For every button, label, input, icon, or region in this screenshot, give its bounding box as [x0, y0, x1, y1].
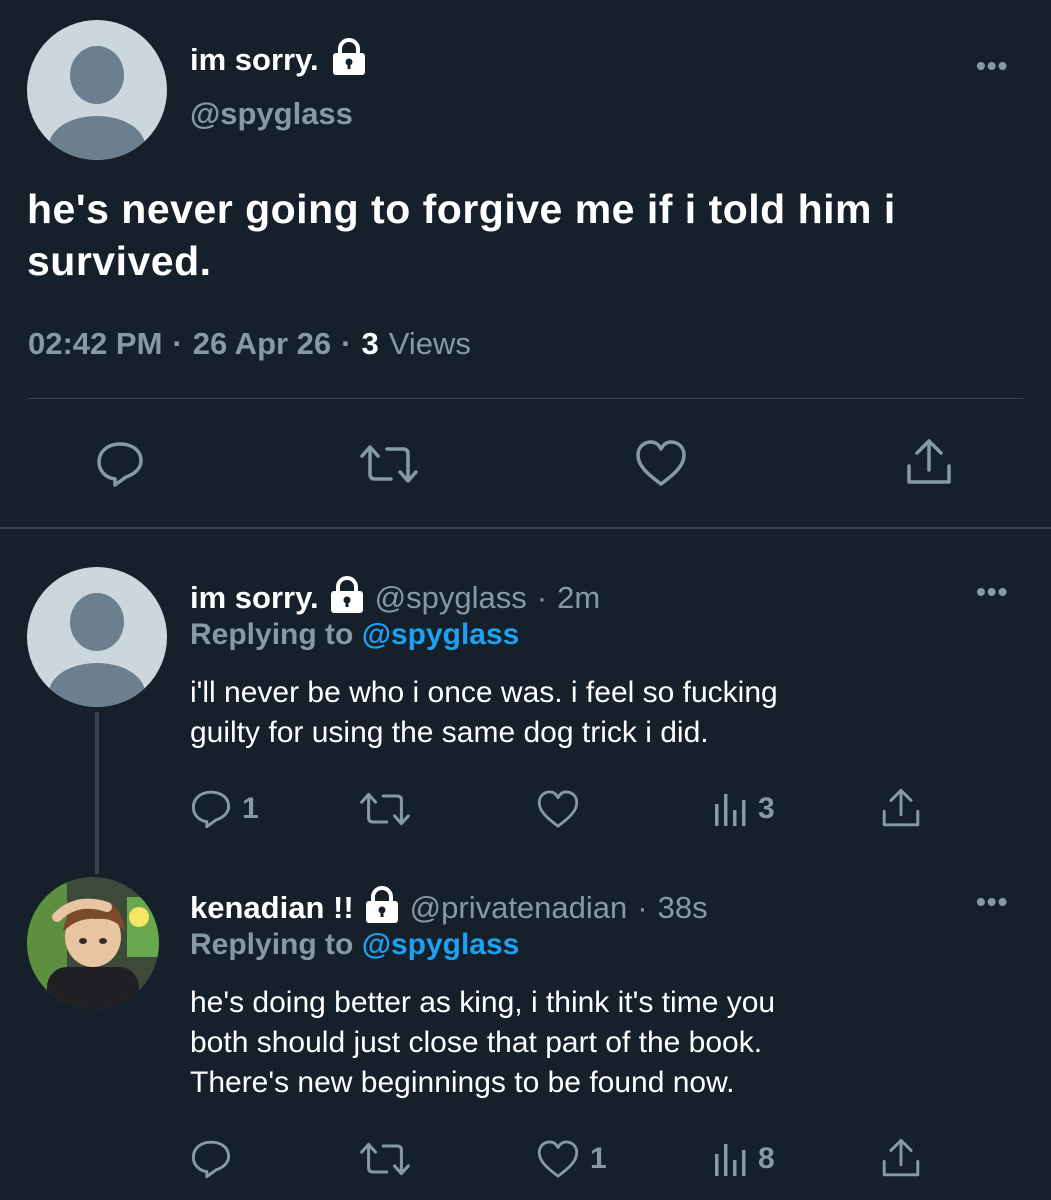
- reply-text-line: i'll never be who i once was. i feel so …: [190, 676, 778, 709]
- handle[interactable]: @spyglass: [190, 96, 353, 132]
- view-count: 3: [758, 792, 775, 825]
- tweet-meta: 02:42 PM · 26 Apr 26 · 3 Views: [28, 326, 471, 362]
- replying-prefix: Replying to: [190, 928, 354, 961]
- reply-text: i'll never be who i once was. i feel so …: [190, 673, 778, 753]
- meta-separator: ·: [536, 579, 548, 615]
- retweet-icon: [360, 445, 418, 483]
- retweet-icon: [360, 1142, 410, 1176]
- handle[interactable]: @privatenadian: [410, 890, 628, 926]
- meta-separator: ·: [637, 889, 648, 925]
- reply-button[interactable]: [190, 1138, 242, 1180]
- display-name[interactable]: im sorry.: [190, 580, 319, 616]
- divider: [28, 398, 1023, 399]
- replying-prefix: Replying to: [190, 618, 354, 651]
- reply-text-line: both should just close that part of the …: [190, 1026, 763, 1059]
- speech-bubble-icon: [191, 790, 231, 829]
- display-name[interactable]: kenadian !!: [190, 890, 354, 926]
- heart-icon: [537, 790, 579, 828]
- more-icon[interactable]: •••: [976, 576, 1008, 608]
- tweet-date[interactable]: 26 Apr 26: [193, 326, 331, 362]
- share-button[interactable]: [880, 786, 922, 830]
- tweet-time[interactable]: 02:42 PM: [28, 326, 162, 362]
- lock-icon: [329, 576, 365, 619]
- more-icon[interactable]: •••: [976, 50, 1008, 82]
- tweet-text: he's never going to forgive me if i told…: [27, 186, 896, 284]
- heart-icon: [537, 1140, 579, 1178]
- reply-button[interactable]: 1: [190, 788, 259, 830]
- bar-chart-icon: [715, 794, 746, 826]
- replying-to: Replying to @spyglass: [190, 618, 519, 652]
- avatar[interactable]: [27, 20, 167, 160]
- meta-separator: ·: [172, 326, 183, 361]
- reply-text-line: he's doing better as king, i think it's …: [190, 986, 776, 1019]
- heart-icon: [636, 440, 686, 486]
- speech-bubble-icon: [191, 1140, 231, 1179]
- views-label[interactable]: Views: [389, 326, 471, 362]
- views-count[interactable]: 3: [362, 326, 379, 362]
- retweet-button[interactable]: [358, 442, 420, 486]
- reply-text-line: guilty for using the same dog trick i di…: [190, 716, 709, 749]
- meta-separator: ·: [341, 326, 352, 361]
- like-button[interactable]: 1: [536, 1138, 607, 1180]
- lock-icon: [364, 886, 400, 929]
- replying-to-link[interactable]: @spyglass: [362, 618, 520, 651]
- avatar[interactable]: [27, 877, 159, 1009]
- reply-text-line: There's new beginnings to be found now.: [190, 1066, 735, 1099]
- bar-chart-icon: [715, 1144, 746, 1176]
- handle[interactable]: @spyglass: [375, 580, 527, 616]
- view-count: 8: [758, 1142, 775, 1175]
- timestamp[interactable]: 38s: [658, 890, 708, 926]
- reply-count: 1: [242, 792, 259, 825]
- views-button[interactable]: 3: [712, 790, 775, 828]
- like-count: 1: [590, 1142, 607, 1175]
- share-icon: [907, 439, 951, 484]
- share-icon: [882, 788, 920, 827]
- retweet-icon: [360, 792, 410, 826]
- main-display-name-row: im sorry.: [190, 38, 367, 81]
- more-icon[interactable]: •••: [976, 886, 1008, 918]
- reply-text: he's doing better as king, i think it's …: [190, 983, 775, 1103]
- share-button[interactable]: [880, 1136, 922, 1180]
- retweet-button[interactable]: [358, 790, 422, 828]
- replying-to-link[interactable]: @spyglass: [362, 928, 520, 961]
- share-button[interactable]: [904, 436, 954, 488]
- retweet-button[interactable]: [358, 1140, 422, 1178]
- display-name[interactable]: im sorry.: [190, 42, 319, 78]
- like-button[interactable]: [634, 438, 688, 488]
- thread-line: [95, 712, 99, 874]
- like-button[interactable]: [536, 788, 590, 830]
- views-button[interactable]: 8: [712, 1140, 775, 1178]
- section-divider: [0, 527, 1051, 529]
- reply-header: im sorry. @spyglass · 2m: [190, 576, 600, 619]
- speech-bubble-icon: [97, 442, 143, 487]
- share-icon: [882, 1138, 920, 1177]
- lock-icon: [331, 38, 367, 81]
- avatar[interactable]: [27, 567, 167, 707]
- avatar-image: [27, 877, 159, 1009]
- reply-header: kenadian !! @privatenadian · 38s: [190, 886, 708, 929]
- replying-to: Replying to @spyglass: [190, 928, 519, 962]
- reply-button[interactable]: [95, 440, 145, 488]
- timestamp[interactable]: 2m: [557, 580, 600, 616]
